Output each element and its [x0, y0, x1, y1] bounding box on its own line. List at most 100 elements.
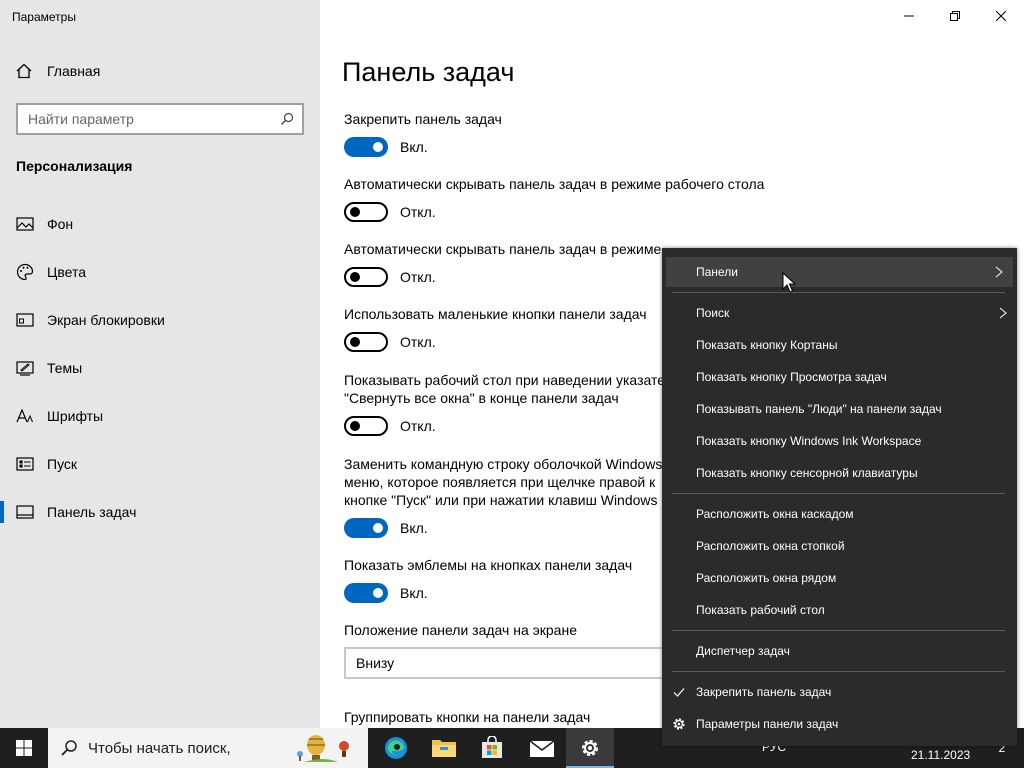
- menu-item-label: Панели: [696, 265, 738, 279]
- menu-item-label: Показать кнопку Кортаны: [696, 338, 838, 352]
- menu-item-label: Поиск: [696, 306, 730, 320]
- sidebar-item-label: Пуск: [47, 456, 78, 472]
- menu-item-label: Диспетчер задач: [696, 644, 790, 658]
- themes-icon: [16, 359, 34, 377]
- menu-item-cascade[interactable]: Расположить окна каскадом: [662, 499, 1017, 529]
- start-icon: [16, 455, 34, 473]
- sidebar-item-fonts[interactable]: Шрифты: [0, 392, 320, 440]
- sidebar-item-label: Цвета: [47, 264, 86, 280]
- menu-item-task-manager[interactable]: Диспетчер задач: [662, 636, 1017, 666]
- setting-badges-label: Показать эмблемы на кнопках панели задач: [344, 557, 633, 573]
- page-title: Панель задач: [342, 57, 515, 87]
- file-explorer-icon: [432, 740, 456, 757]
- taskbar-icon: [16, 503, 34, 521]
- peek-toggle[interactable]: [344, 416, 388, 436]
- sidebar-item-colors[interactable]: Цвета: [0, 248, 320, 296]
- toggle-knob: [373, 523, 383, 533]
- badges-toggle[interactable]: [344, 583, 388, 603]
- menu-separator: [672, 671, 1005, 672]
- tray-date[interactable]: 21.11.2023: [911, 748, 970, 762]
- start-button[interactable]: [0, 728, 48, 768]
- window-title: Параметры: [12, 10, 76, 24]
- toggle-knob: [350, 337, 360, 347]
- taskbar-app-settings[interactable]: [566, 728, 614, 768]
- setting-autohide-desktop-toggle-row: Откл.: [344, 202, 436, 222]
- menu-item-touch-keyboard[interactable]: Показать кнопку сенсорной клавиатуры: [662, 458, 1017, 488]
- toggle-knob: [350, 207, 360, 217]
- menu-item-taskbar-settings[interactable]: Параметры панели задач: [662, 709, 1017, 739]
- menu-item-label: Показать рабочий стол: [696, 603, 825, 617]
- setting-lock-taskbar-label: Закрепить панель задач: [344, 111, 502, 127]
- taskbar-app-mail[interactable]: [518, 728, 566, 768]
- menu-item-label: Показать кнопку сенсорной клавиатуры: [696, 466, 918, 480]
- taskbar-app-explorer[interactable]: [420, 728, 468, 768]
- sidebar-item-background[interactable]: Фон: [0, 200, 320, 248]
- menu-separator: [672, 493, 1005, 494]
- sidebar-item-label: Шрифты: [47, 408, 104, 424]
- setting-badges-toggle-row: Вкл.: [344, 583, 428, 603]
- checkmark-icon: [673, 688, 685, 697]
- menu-item-toolbars[interactable]: Панели: [666, 257, 1013, 287]
- menu-item-people[interactable]: Показывать панель "Люди" на панели задач: [662, 394, 1017, 424]
- home-icon: [16, 63, 32, 79]
- settings-search-input[interactable]: [18, 110, 270, 128]
- menu-item-show-desktop[interactable]: Показать рабочий стол: [662, 595, 1017, 625]
- toggle-state-label: Вкл.: [400, 520, 428, 536]
- menu-item-label: Расположить окна каскадом: [696, 507, 854, 521]
- sidebar-item-label: Фон: [47, 216, 74, 232]
- taskbar-app-edge[interactable]: [372, 728, 420, 768]
- toggle-state-label: Откл.: [400, 418, 436, 434]
- autohide-tablet-toggle[interactable]: [344, 267, 388, 287]
- search-highlight-icon: [297, 735, 349, 762]
- settings-icon: [582, 740, 598, 756]
- menu-item-task-view[interactable]: Показать кнопку Просмотра задач: [662, 362, 1017, 392]
- toggle-state-label: Вкл.: [400, 585, 428, 601]
- setting-peek-label-line2: "Свернуть все окна" в конце панели задач: [344, 390, 619, 406]
- taskbar-position-label: Положение панели задач на экране: [344, 622, 577, 638]
- chevron-right-icon: [999, 307, 1007, 319]
- taskbar-search[interactable]: Чтобы начать поиск,: [48, 728, 368, 768]
- menu-item-side-by-side[interactable]: Расположить окна рядом: [662, 563, 1017, 593]
- menu-item-ink-workspace[interactable]: Показать кнопку Windows Ink Workspace: [662, 426, 1017, 456]
- small-buttons-toggle[interactable]: [344, 332, 388, 352]
- taskbar-position-value: Внизу: [356, 655, 395, 671]
- menu-separator: [672, 292, 1005, 293]
- setting-powershell-label: Заменить командную строку оболочкой Wind…: [344, 456, 663, 472]
- search-icon: [61, 740, 77, 756]
- sidebar-item-taskbar[interactable]: Панель задач: [0, 488, 320, 536]
- settings-search[interactable]: [16, 103, 304, 135]
- menu-item-label: Показать кнопку Windows Ink Workspace: [696, 434, 922, 448]
- taskbar-search-placeholder: Чтобы начать поиск,: [88, 739, 231, 757]
- toggle-knob: [350, 272, 360, 282]
- mail-icon: [529, 740, 555, 757]
- search-icon[interactable]: [280, 112, 294, 126]
- mouse-cursor-icon: [782, 272, 796, 293]
- taskbar-position-select[interactable]: Внизу: [344, 647, 684, 679]
- lock-screen-icon: [16, 311, 34, 329]
- sidebar-item-label: Панель задач: [47, 504, 137, 520]
- toggle-state-label: Откл.: [400, 334, 436, 350]
- toggle-state-label: Вкл.: [400, 139, 428, 155]
- image-icon: [16, 215, 34, 233]
- sidebar-item-start[interactable]: Пуск: [0, 440, 320, 488]
- sidebar-item-lock-screen[interactable]: Экран блокировки: [0, 296, 320, 344]
- toggle-knob: [350, 421, 360, 431]
- toggle-state-label: Откл.: [400, 269, 436, 285]
- windows-logo-icon: [16, 740, 32, 756]
- menu-item-label: Расположить окна стопкой: [696, 539, 845, 553]
- powershell-toggle[interactable]: [344, 518, 388, 538]
- lock-taskbar-toggle[interactable]: [344, 137, 388, 157]
- menu-item-label: Параметры панели задач: [696, 717, 839, 731]
- autohide-desktop-toggle[interactable]: [344, 202, 388, 222]
- setting-powershell-label-line2: меню, которое появляется при щелчке прав…: [344, 474, 656, 490]
- menu-item-search[interactable]: Поиск: [662, 298, 1017, 328]
- font-icon: [16, 407, 34, 425]
- nav-home[interactable]: Главная: [16, 63, 100, 79]
- menu-item-cortana[interactable]: Показать кнопку Кортаны: [662, 330, 1017, 360]
- sidebar-item-themes[interactable]: Темы: [0, 344, 320, 392]
- setting-powershell-label-line3: кнопке "Пуск" или при нажатии клавиш Win…: [344, 492, 658, 508]
- edge-icon: [385, 737, 407, 759]
- menu-item-stack[interactable]: Расположить окна стопкой: [662, 531, 1017, 561]
- taskbar-app-store[interactable]: [468, 728, 516, 768]
- menu-item-lock-taskbar[interactable]: Закрепить панель задач: [662, 677, 1017, 707]
